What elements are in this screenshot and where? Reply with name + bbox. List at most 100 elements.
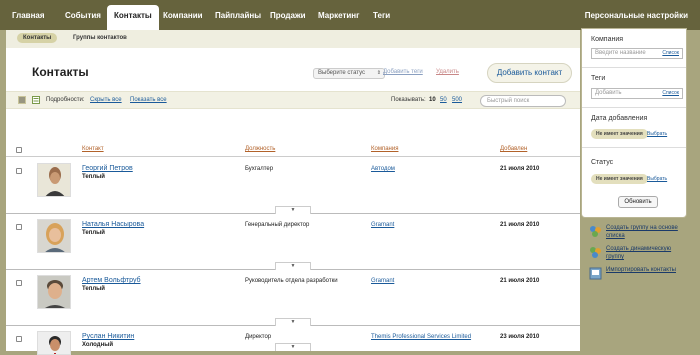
- delete-link[interactable]: Удалить: [436, 69, 459, 75]
- avatar: [37, 331, 71, 355]
- import-contacts[interactable]: Импортировать контакты: [589, 266, 689, 286]
- company-link[interactable]: Gramant: [371, 278, 394, 284]
- group-icon: [590, 226, 601, 237]
- table-row: Артем Вольфтруб Теплый Руководитель отде…: [6, 270, 580, 326]
- table-row: Георгий Петров Теплый Бухгалтер Автодом …: [6, 158, 580, 214]
- column-contact[interactable]: Контакт: [82, 146, 104, 152]
- expand-row-button[interactable]: ▼: [275, 262, 311, 270]
- contact-position: Бухгалтер: [245, 166, 274, 172]
- tags-filter-placeholder: Добавить: [595, 90, 622, 96]
- action-label: Создать динамическую группу: [606, 246, 672, 260]
- triangle-down-icon: ▼: [290, 207, 296, 213]
- show-count-label: Показывать:: [391, 97, 426, 103]
- quick-search-input[interactable]: Быстрый поиск: [480, 95, 566, 107]
- status-value-pill: Не имеет значения: [591, 174, 648, 184]
- row-checkbox[interactable]: [16, 224, 22, 230]
- create-dynamic-group[interactable]: Создать динамическую группу: [589, 245, 689, 265]
- status-select-label: Выберите статус: [318, 70, 366, 76]
- table-row: Наталья Насырова Теплый Генеральный дире…: [6, 214, 580, 270]
- added-date: 21 июля 2010: [500, 166, 540, 172]
- status-choose-link[interactable]: Выбрать: [647, 176, 667, 182]
- divider: [582, 147, 686, 148]
- compact-view-icon[interactable]: [18, 96, 26, 104]
- subtab-contact-groups[interactable]: Группы контактов: [73, 35, 127, 41]
- sub-nav: Контакты Группы контактов: [6, 30, 580, 48]
- contact-temperature: Теплый: [82, 174, 105, 180]
- list-toolbar: Подробности: Скрыть все Показать все Пок…: [6, 91, 580, 109]
- personal-settings-link[interactable]: Персональные настройки: [585, 11, 688, 20]
- contact-name-link[interactable]: Руслан Никитин: [82, 333, 134, 340]
- hide-all-link[interactable]: Скрыть все: [90, 97, 122, 103]
- row-checkbox[interactable]: [16, 336, 22, 342]
- triangle-down-icon: ▼: [290, 319, 296, 325]
- filter-date-label: Дата добавления: [591, 115, 648, 122]
- contact-position: Руководитель отдела разработки: [245, 278, 338, 284]
- contact-name-link[interactable]: Артем Вольфтруб: [82, 277, 141, 284]
- contact-name-link[interactable]: Наталья Насырова: [82, 221, 144, 228]
- dynamic-group-icon: [590, 247, 601, 258]
- contact-position: Генеральный директор: [245, 222, 310, 228]
- company-filter-placeholder: Введите название: [595, 50, 646, 56]
- action-label: Создать группу на основе списка: [606, 225, 678, 239]
- page-size-500[interactable]: 500: [452, 97, 462, 103]
- company-link[interactable]: Themis Professional Services Limited: [371, 334, 471, 340]
- status-select[interactable]: Выберите статус ⇕: [313, 68, 385, 79]
- column-position[interactable]: Должность: [245, 146, 275, 152]
- contact-name-link[interactable]: Георгий Петров: [82, 165, 133, 172]
- refresh-button[interactable]: Обновить: [618, 196, 658, 208]
- action-label: Импортировать контакты: [606, 267, 676, 273]
- show-all-link[interactable]: Показать все: [130, 97, 167, 103]
- tab-events[interactable]: События: [65, 11, 101, 20]
- contact-position: Директор: [245, 334, 272, 340]
- divider: [582, 67, 686, 68]
- filter-panel: Компания Введите название Список Теги До…: [581, 28, 687, 218]
- added-date: 23 июля 2010: [500, 334, 540, 340]
- expand-row-button[interactable]: ▼: [275, 206, 311, 214]
- add-tags-link[interactable]: Добавить теги: [383, 69, 423, 75]
- expand-row-button[interactable]: ▼: [275, 343, 311, 351]
- tab-tags[interactable]: Теги: [373, 11, 390, 20]
- tab-home[interactable]: Главная: [12, 11, 45, 20]
- chevron-down-icon: ⇕: [376, 70, 381, 76]
- company-list-link[interactable]: Список: [662, 50, 679, 56]
- import-icon: [589, 267, 602, 280]
- tab-companies[interactable]: Компании: [163, 11, 203, 20]
- column-added[interactable]: Добавлен: [500, 146, 527, 152]
- top-nav: Главная События Контакты Компании Пайпла…: [0, 0, 700, 30]
- added-date: 21 июля 2010: [500, 278, 540, 284]
- main-panel: Контакты Группы контактов Контакты Выбер…: [6, 30, 580, 355]
- tab-pipelines[interactable]: Пайплайны: [215, 11, 261, 20]
- added-date: 21 июля 2010: [500, 222, 540, 228]
- tab-marketing[interactable]: Маркетинг: [318, 11, 359, 20]
- add-contact-button[interactable]: Добавить контакт: [487, 63, 572, 83]
- row-checkbox[interactable]: [16, 280, 22, 286]
- tags-list-link[interactable]: Список: [662, 90, 679, 96]
- page-size-50[interactable]: 50: [440, 97, 447, 103]
- company-link[interactable]: Gramant: [371, 222, 394, 228]
- triangle-down-icon: ▼: [290, 344, 296, 350]
- details-label: Подробности:: [46, 97, 85, 103]
- tags-filter-input[interactable]: Добавить Список: [591, 88, 683, 99]
- column-company[interactable]: Компания: [371, 146, 398, 152]
- filter-status-label: Статус: [591, 159, 614, 166]
- filter-tags-label: Теги: [591, 75, 606, 82]
- detail-view-icon[interactable]: [32, 96, 40, 104]
- select-all-checkbox[interactable]: [16, 147, 22, 153]
- date-value-pill: Не имеет значения: [591, 129, 648, 139]
- create-group-from-list[interactable]: Создать группу на основе списка: [589, 224, 689, 244]
- company-filter-input[interactable]: Введите название Список: [591, 48, 683, 59]
- row-checkbox[interactable]: [16, 168, 22, 174]
- subtab-contacts[interactable]: Контакты: [17, 33, 58, 43]
- triangle-down-icon: ▼: [290, 263, 296, 269]
- avatar: [37, 275, 71, 309]
- expand-row-button[interactable]: ▼: [275, 318, 311, 326]
- page-title: Контакты: [32, 65, 89, 79]
- date-choose-link[interactable]: Выбрать: [647, 131, 667, 137]
- divider: [582, 107, 686, 108]
- table-header: Контакт Должность Компания Добавлен: [6, 142, 580, 157]
- page-size-10[interactable]: 10: [429, 97, 436, 103]
- tab-sales[interactable]: Продажи: [270, 11, 306, 20]
- tab-contacts[interactable]: Контакты: [107, 5, 159, 30]
- company-link[interactable]: Автодом: [371, 166, 395, 172]
- table-row: Руслан Никитин Холодный Директор Themis …: [6, 326, 580, 355]
